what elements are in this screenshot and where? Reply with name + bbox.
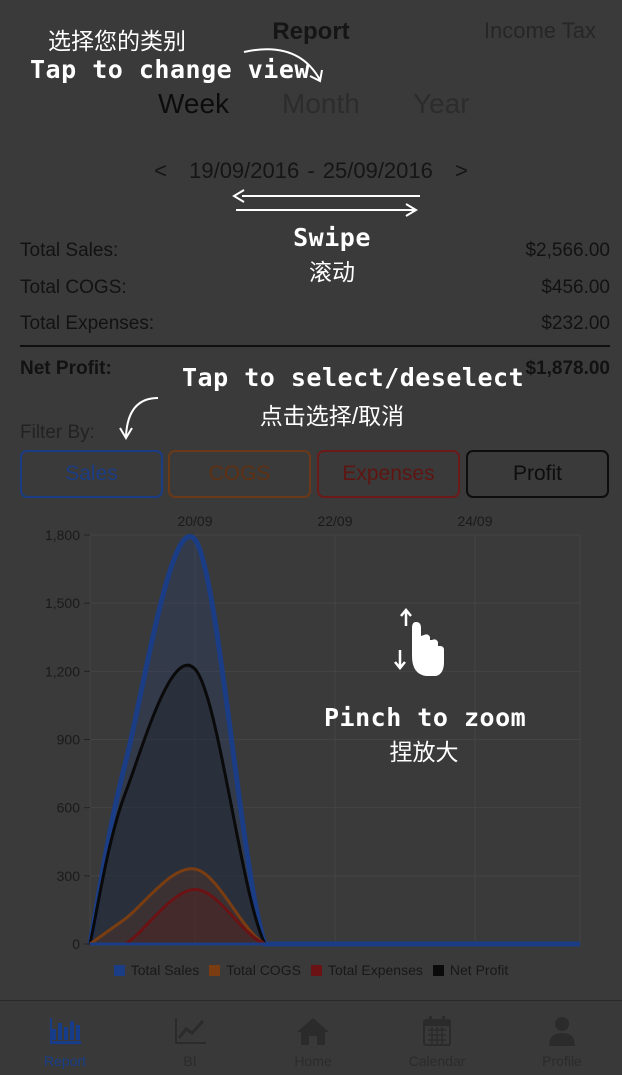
date-range-label[interactable]: 19/09/2016 - 25/09/2016: [189, 158, 433, 183]
x-tick-label: 22/09: [317, 513, 352, 529]
total-sales-label: Total Sales:: [20, 240, 119, 261]
next-period-button[interactable]: >: [455, 158, 468, 183]
tab-week[interactable]: Week: [158, 88, 229, 120]
tip-select-en: Tap to select/deselect: [182, 363, 525, 392]
tabbar-profile-label: Profile: [542, 1053, 582, 1069]
report-chart[interactable]: 0 300 600 900 1,200 1,500 1,800 20/09 22/09 24/09: [0, 505, 622, 960]
total-expenses-label: Total Expenses:: [20, 313, 155, 334]
user-icon: [549, 1017, 575, 1046]
tabbar-bi[interactable]: BI: [140, 1015, 240, 1069]
legend-total-expenses[interactable]: Total Expenses: [310, 962, 423, 978]
legend-total-sales[interactable]: Total Sales: [113, 962, 199, 978]
y-tick-label: 900: [57, 732, 81, 748]
tip-zoom-cn: 捏放大: [389, 738, 459, 765]
home-icon: [297, 1018, 329, 1045]
tabbar-profile[interactable]: Profile: [512, 1015, 612, 1069]
tabbar-home-label: Home: [294, 1053, 332, 1069]
tip-zoom: Pinch to zoom 捏放大: [324, 703, 527, 765]
tab-month[interactable]: Month: [282, 88, 360, 120]
x-tick-label: 24/09: [457, 513, 492, 529]
net-profit-value: $1,878.00: [525, 358, 610, 379]
tabbar-calendar-label: Calendar: [408, 1053, 466, 1069]
income-tax-link[interactable]: Income Tax: [484, 18, 596, 44]
legend-total-cogs[interactable]: Total COGS: [209, 962, 301, 978]
swipe-arrows-icon: [232, 189, 420, 217]
filter-label: Filter By:: [20, 422, 95, 443]
bottom-tab-bar: Report BI Home Calendar Profile: [0, 1000, 622, 1075]
tip-select: Tap to select/deselect 点击选择/取消: [182, 363, 525, 429]
total-expenses-value: $232.00: [541, 313, 610, 334]
tabbar-calendar[interactable]: Calendar: [387, 1015, 487, 1069]
tab-year[interactable]: Year: [413, 88, 470, 120]
filter-profit-button[interactable]: Profit: [466, 450, 609, 498]
curved-arrow-icon: [243, 48, 323, 83]
y-tick-label: 0: [72, 936, 80, 952]
tip-view-en: Tap to change view: [30, 55, 310, 85]
tip-view: 选择您的类别 Tap to change view: [30, 28, 310, 85]
total-cogs-label: Total COGS:: [20, 277, 127, 298]
bar-chart-icon: [50, 1018, 81, 1044]
tabbar-bi-label: BI: [183, 1053, 197, 1069]
y-tick-label: 1,800: [45, 527, 80, 543]
x-tick-label: 20/09: [177, 513, 212, 529]
tip-zoom-en: Pinch to zoom: [324, 703, 527, 732]
tip-swipe-en: Swipe: [293, 223, 371, 252]
pinch-hand-icon: [394, 608, 444, 676]
tip-swipe-cn: 滚动: [309, 258, 355, 285]
date-range-selector: < 19/09/2016 - 25/09/2016 >: [0, 158, 622, 184]
y-tick-label: 1,500: [45, 595, 80, 611]
line-chart-icon: [175, 1018, 206, 1044]
tip-view-cn: 选择您的类别: [48, 28, 186, 54]
tabbar-report-label: Report: [43, 1053, 87, 1069]
chart-legend: Total Sales Total COGS Total Expenses Ne…: [0, 962, 622, 978]
filter-sales-button[interactable]: Sales: [20, 450, 163, 498]
tip-swipe: Swipe 滚动: [232, 223, 432, 285]
tabbar-report[interactable]: Report: [15, 1015, 115, 1069]
y-tick-label: 1,200: [45, 663, 80, 679]
summary-divider: [20, 345, 610, 347]
filter-expenses-button[interactable]: Expenses: [317, 450, 460, 498]
total-expenses-row: Total Expenses: $232.00: [20, 313, 610, 335]
y-tick-label: 600: [57, 800, 81, 816]
tabbar-home[interactable]: Home: [263, 1015, 363, 1069]
filter-cogs-button[interactable]: COGS: [168, 450, 311, 498]
net-profit-label: Net Profit:: [20, 358, 112, 379]
total-sales-value: $2,566.00: [525, 240, 610, 261]
prev-period-button[interactable]: <: [154, 158, 167, 183]
calendar-icon: [423, 1016, 451, 1046]
y-tick-label: 300: [57, 868, 81, 884]
total-cogs-value: $456.00: [541, 277, 610, 298]
tip-select-cn: 点击选择/取消: [259, 402, 405, 429]
down-arrow-icon: [119, 397, 159, 440]
legend-net-profit[interactable]: Net Profit: [432, 962, 508, 978]
